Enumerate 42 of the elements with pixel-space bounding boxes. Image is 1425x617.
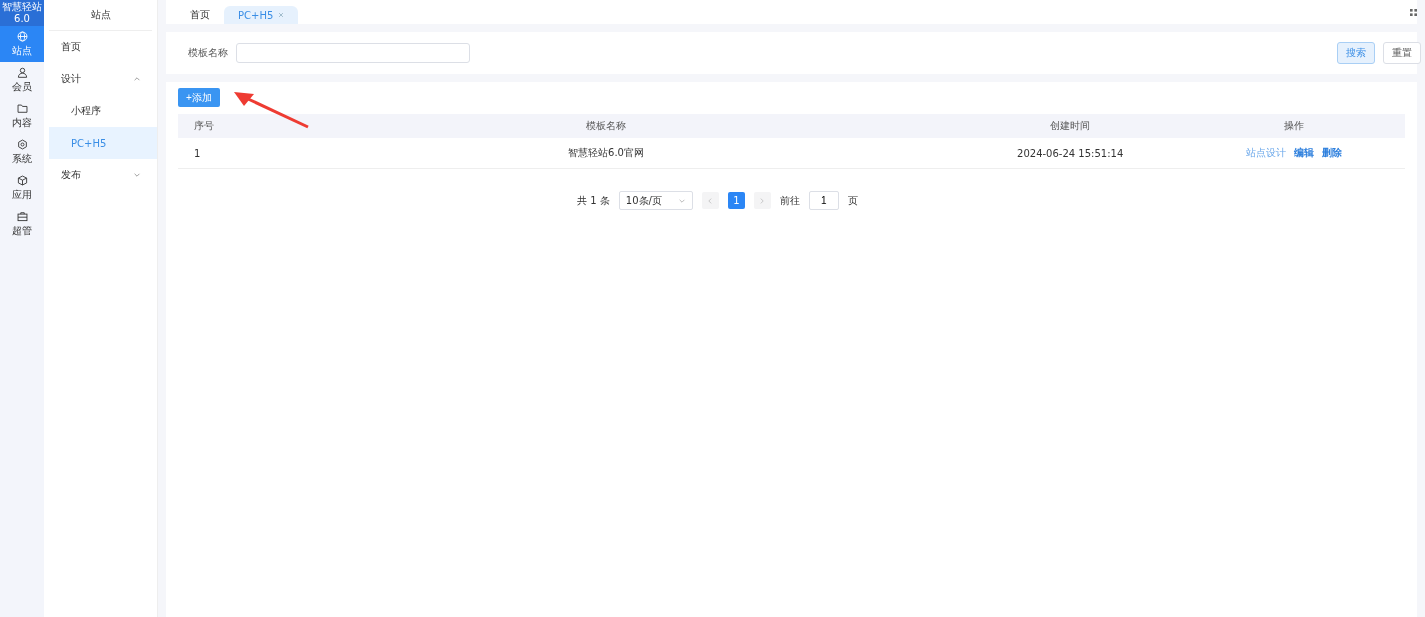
column-header: 模板名称 [586, 120, 626, 131]
nav-item[interactable]: 系统 [0, 134, 44, 170]
reset-button[interactable]: 重置 [1383, 42, 1421, 64]
field-label: 模板名称 [188, 46, 228, 60]
table-cell: 智慧轻站6.0官网 [568, 147, 644, 158]
cube-icon [16, 174, 28, 186]
menu-item[interactable]: 发布 [49, 159, 157, 191]
folder-icon [16, 102, 28, 114]
nav-item[interactable]: 内容 [0, 98, 44, 134]
table-cell: 2024-06-24 15:51:14 [1017, 147, 1124, 159]
column-header: 创建时间 [1050, 120, 1091, 131]
menu-item[interactable]: 设计 [49, 63, 157, 95]
tab[interactable]: 首页 [176, 6, 224, 24]
nav-item[interactable]: 站点 [0, 26, 44, 62]
column-header: 序号 [194, 120, 214, 131]
user-icon [16, 66, 28, 78]
template-name-field[interactable] [236, 43, 470, 63]
page-button[interactable]: 1 [727, 192, 745, 209]
action-link[interactable]: 编辑 [1294, 147, 1315, 158]
action-link[interactable]: 删除 [1322, 147, 1343, 158]
page-size-select[interactable]: 10条/页 [618, 191, 693, 210]
nav-item[interactable]: 会员 [0, 62, 44, 98]
close-icon[interactable] [278, 12, 285, 18]
settings-icon [16, 138, 28, 150]
nav-item[interactable]: 超管 [0, 206, 44, 242]
chevron-right-icon [758, 196, 767, 205]
total-count: 共 1 条 [577, 193, 610, 208]
globe-icon [16, 30, 28, 42]
page-suffix: 页 [847, 193, 858, 208]
page-number-field[interactable]: 1 [808, 191, 839, 210]
next-page-button[interactable] [753, 192, 771, 209]
table-cell: 1 [194, 147, 201, 159]
menu-item[interactable]: 首页 [49, 31, 157, 63]
sidebar-title: 站点 [90, 8, 111, 22]
briefcase-icon [16, 210, 28, 222]
app-logo: 智慧轻站6.0 [0, 0, 44, 26]
goto-label: 前往 [779, 193, 800, 208]
menu-item[interactable]: 小程序 [49, 95, 157, 127]
previous-page-button[interactable] [701, 192, 719, 209]
nav-item[interactable]: 应用 [0, 170, 44, 206]
column-header: 操作 [1284, 120, 1305, 131]
grid-icon[interactable] [1410, 8, 1417, 16]
